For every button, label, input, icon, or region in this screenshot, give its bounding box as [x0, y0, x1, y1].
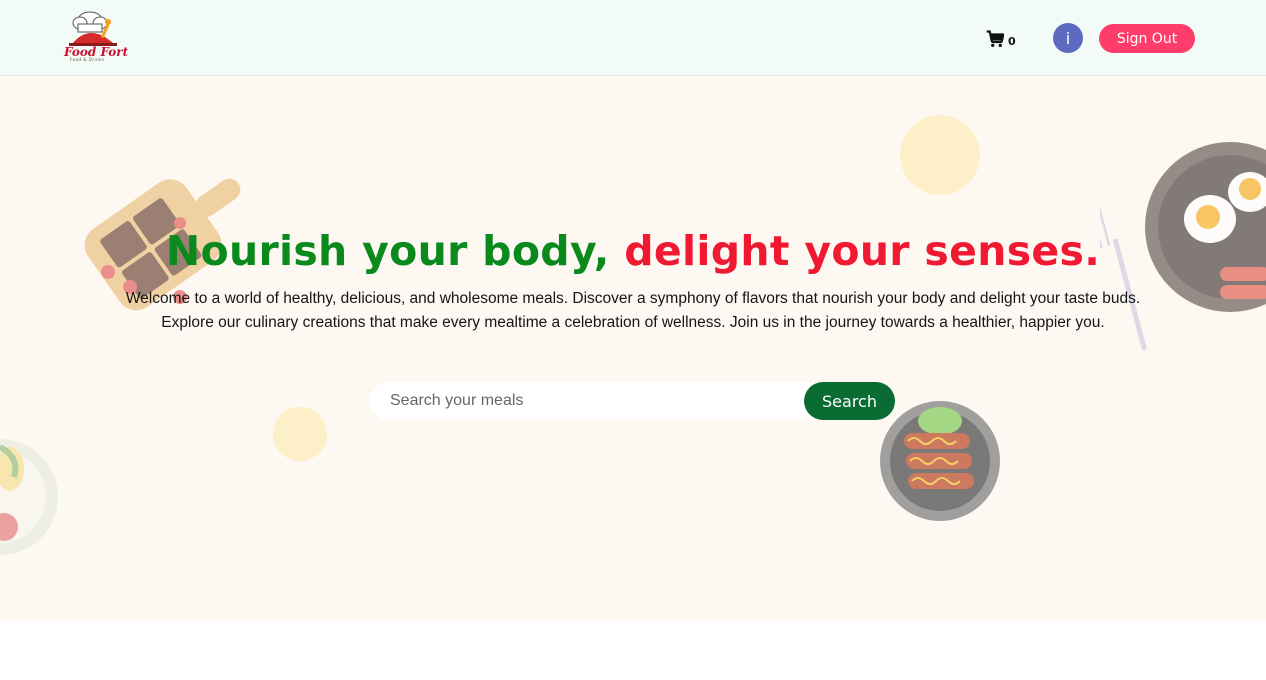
hero-headline: Nourish your body, delight your senses. — [0, 227, 1266, 275]
hero-description-line-1: Welcome to a world of healthy, delicious… — [125, 290, 1141, 307]
brand-tagline: Food & Drinks — [70, 57, 105, 62]
cart-count: 0 — [1008, 34, 1016, 48]
sign-out-button[interactable]: Sign Out — [1099, 24, 1195, 53]
salad-plate-illustration — [0, 439, 58, 555]
yellow-circle-decoration — [900, 115, 980, 195]
navbar: Food Fort Food & Drinks 0 i Sign Out — [0, 0, 1266, 76]
search-button[interactable]: Search — [804, 382, 895, 420]
sausage-plate-illustration — [880, 401, 1000, 521]
hero-description-line-2: Explore our culinary creations that make… — [161, 314, 1105, 331]
shopping-cart-icon — [986, 30, 1004, 48]
content-section — [0, 621, 1266, 680]
hero-description: Welcome to a world of healthy, delicious… — [0, 287, 1266, 335]
hero-section: Nourish your body, delight your senses. … — [0, 77, 1266, 621]
user-avatar[interactable]: i — [1053, 23, 1083, 53]
yellow-circle-decoration-small — [273, 407, 327, 461]
headline-part-green: Nourish your body, — [165, 227, 610, 275]
search-bar: Search — [370, 382, 896, 420]
headline-part-red: delight your senses. — [624, 227, 1101, 275]
search-input[interactable] — [370, 382, 820, 420]
cart-button[interactable]: 0 — [986, 28, 1022, 50]
